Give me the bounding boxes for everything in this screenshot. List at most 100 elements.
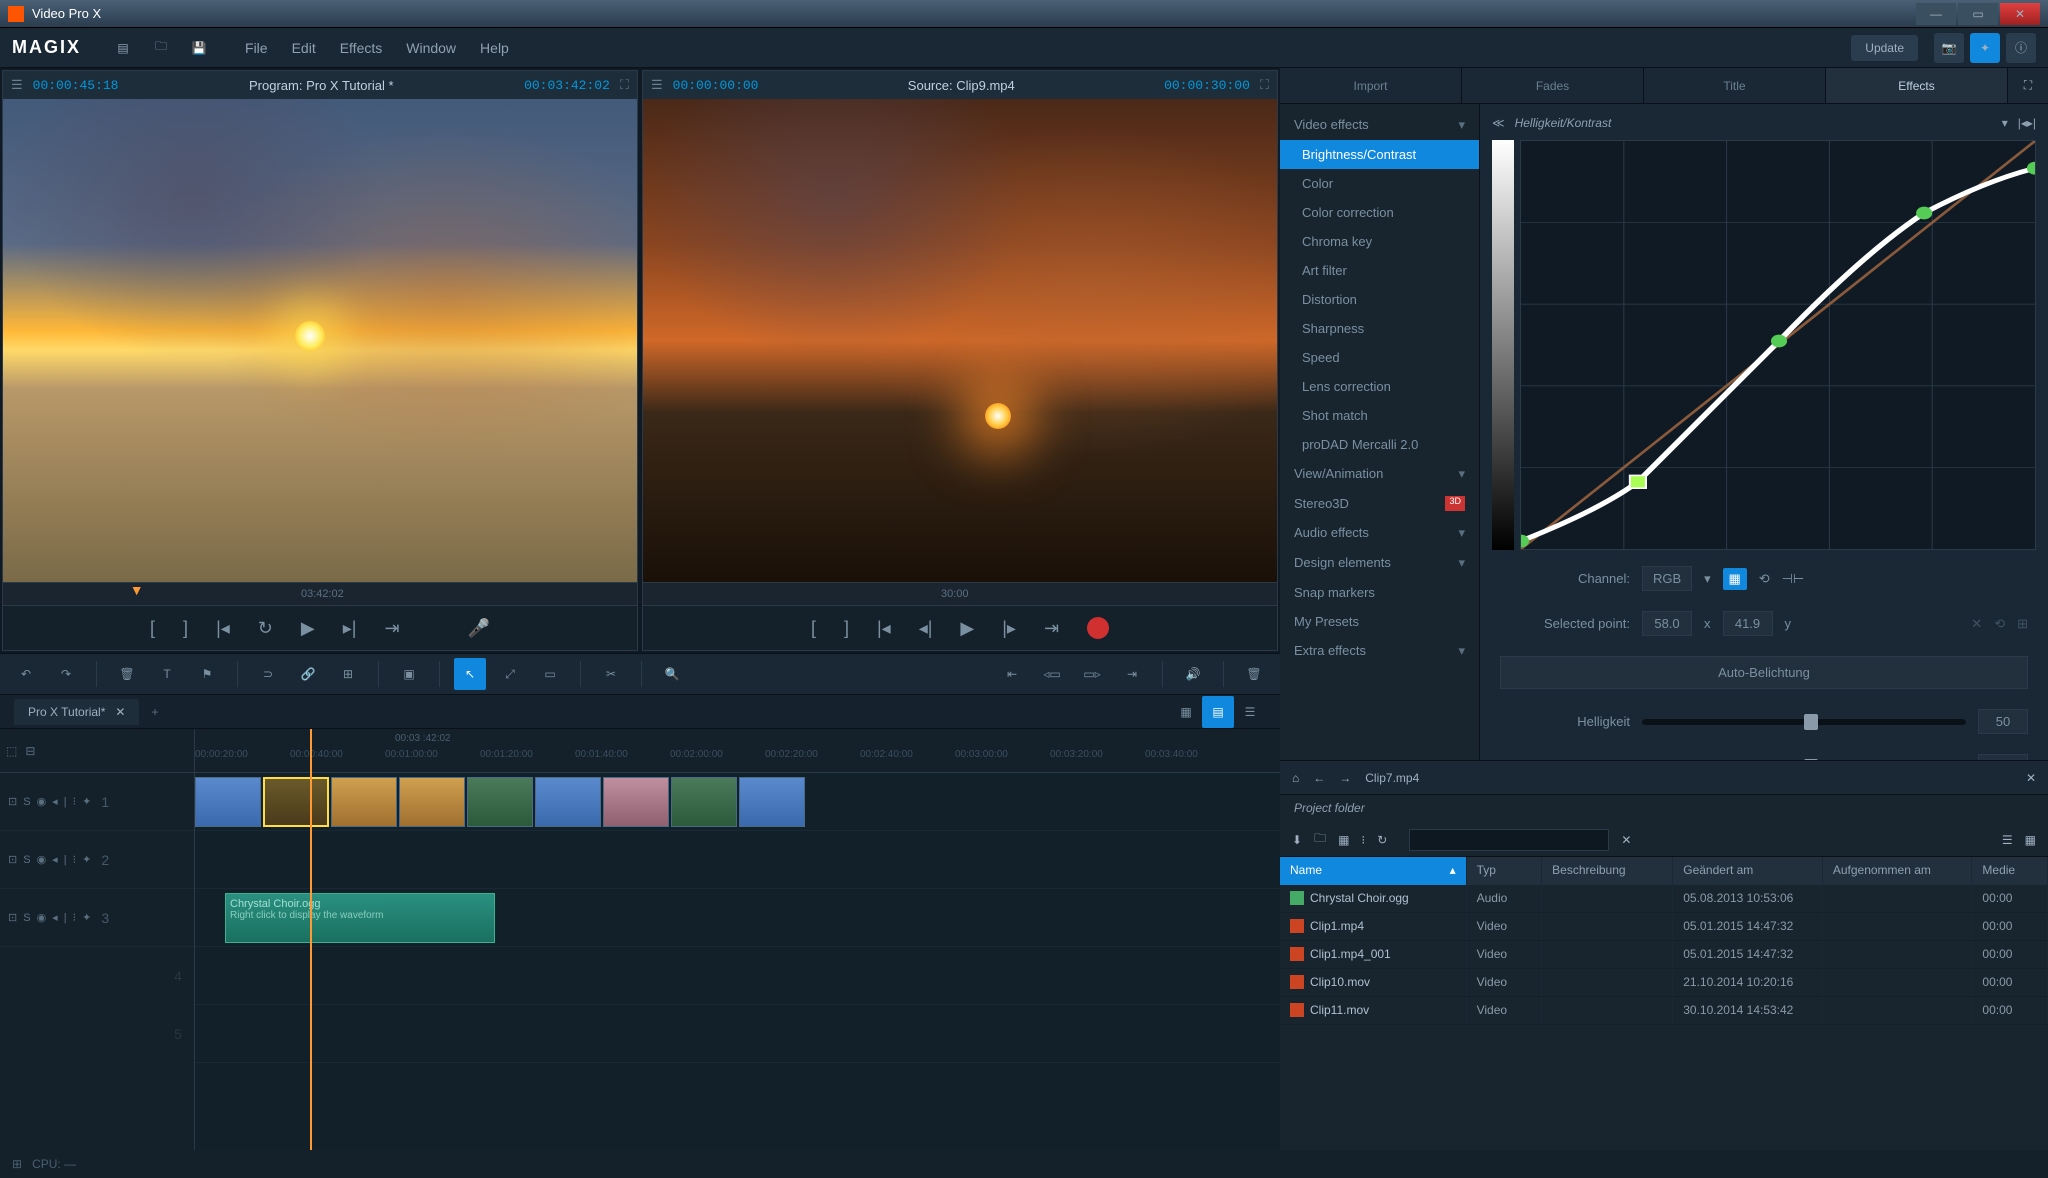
auto-exposure-button[interactable]: Auto-Belichtung	[1500, 656, 2028, 689]
menu-edit[interactable]: Edit	[292, 40, 316, 56]
src-prev-frame-icon[interactable]: ◂|	[919, 618, 933, 639]
save-icon[interactable]: 💾	[187, 36, 211, 60]
program-ruler[interactable]: ▼ 03:42:02	[3, 582, 637, 606]
nav-fwd-icon[interactable]: →	[1339, 771, 1351, 785]
effcat-view[interactable]: View/Animation▾	[1280, 459, 1479, 489]
col-typ[interactable]: Typ	[1467, 857, 1543, 885]
source-menu-icon[interactable]: ☰	[651, 77, 663, 93]
delete-icon[interactable]: 🗑	[111, 658, 143, 690]
trim-b-icon[interactable]: ▭▹	[1076, 658, 1108, 690]
mark-out-icon[interactable]: ]	[183, 618, 188, 639]
trash-icon[interactable]: 🗑	[1238, 658, 1270, 690]
table-row[interactable]: Chrystal Choir.ogg Audio 05.08.2013 10:5…	[1280, 885, 2048, 913]
folder-icon[interactable]: 🗀	[1314, 829, 1326, 850]
browser-close-icon[interactable]: ✕	[2026, 771, 2036, 785]
tab-import[interactable]: Import	[1280, 68, 1462, 103]
effect-shot-match[interactable]: Shot match	[1280, 401, 1479, 430]
source-tc-in[interactable]: 00:00:00:00	[673, 78, 759, 93]
tool2-icon[interactable]: ⤢	[494, 658, 526, 690]
reset-icon[interactable]: ⟲	[1759, 571, 1770, 587]
table-row[interactable]: Clip1.mp4 Video 05.01.2015 14:47:3200:00	[1280, 913, 2048, 941]
timeline-ruler[interactable]: 00:03 :42:02 00:00:20:0000:00:40:0000:01…	[195, 729, 1280, 773]
src-goto-in-icon[interactable]: |◂	[877, 618, 891, 639]
curve-editor[interactable]	[1520, 140, 2036, 550]
minimize-button[interactable]: —	[1916, 3, 1956, 25]
program-tc-out[interactable]: 00:03:42:02	[524, 78, 610, 93]
tab-fades[interactable]: Fades	[1462, 68, 1644, 103]
record-button[interactable]	[1087, 617, 1109, 639]
track-header-5[interactable]: 5	[0, 1005, 194, 1063]
track-header-4[interactable]: 4	[0, 947, 194, 1005]
add-tab-icon[interactable]: +	[151, 705, 158, 719]
effect-speed[interactable]: Speed	[1280, 343, 1479, 372]
effect-brightness-contrast[interactable]: Brightness/Contrast	[1280, 140, 1479, 169]
maximize-button[interactable]: ▭	[1958, 3, 1998, 25]
tab-effects[interactable]: Effects	[1826, 68, 2008, 103]
point-reset-icon[interactable]: ⟲	[1994, 616, 2005, 632]
channel-dropdown-icon[interactable]: ▾	[1704, 571, 1711, 587]
effcat-snap[interactable]: Snap markers	[1280, 578, 1479, 607]
src-play-icon[interactable]: ▶	[960, 618, 974, 639]
clear-filter-icon[interactable]: ✕	[1621, 833, 1631, 847]
video-clip[interactable]	[671, 777, 737, 827]
effect-distortion[interactable]: Distortion	[1280, 285, 1479, 314]
src-mark-in-icon[interactable]: [	[811, 618, 816, 639]
selpoint-y-value[interactable]: 41.9	[1723, 611, 1773, 636]
rgb-mode-icon[interactable]: ▦	[1723, 568, 1747, 590]
source-video[interactable]	[643, 99, 1277, 582]
new-file-icon[interactable]: ▤	[111, 36, 135, 60]
effect-prodad[interactable]: proDAD Mercalli 2.0	[1280, 430, 1479, 459]
menu-effects[interactable]: Effects	[340, 40, 383, 56]
view-mode1-icon[interactable]: ▦	[1170, 696, 1202, 728]
view-mode3-icon[interactable]: ☰	[1234, 696, 1266, 728]
filter-input[interactable]	[1409, 829, 1609, 851]
source-expand-icon[interactable]: ⛶	[1260, 77, 1269, 93]
tool3-icon[interactable]: ▭	[534, 658, 566, 690]
video-clip[interactable]	[535, 777, 601, 827]
effect-color[interactable]: Color	[1280, 169, 1479, 198]
panel-menu-icon[interactable]: ⛶	[2008, 68, 2048, 103]
table-row[interactable]: Clip1.mp4_001 Video 05.01.2015 14:47:320…	[1280, 941, 2048, 969]
play-icon[interactable]: ▶	[301, 618, 315, 639]
close-tab-icon[interactable]: ✕	[115, 705, 125, 719]
tab-title[interactable]: Title	[1644, 68, 1826, 103]
video-clip[interactable]	[739, 777, 805, 827]
col-desc[interactable]: Beschreibung	[1542, 857, 1673, 885]
mark-in-icon[interactable]: [	[150, 618, 155, 639]
redo-icon[interactable]: ↷	[50, 658, 82, 690]
undo-icon[interactable]: ↶	[10, 658, 42, 690]
magnet-icon[interactable]: ⊃	[252, 658, 284, 690]
program-menu-icon[interactable]: ☰	[11, 77, 23, 93]
trim-start-icon[interactable]: ⇤	[996, 658, 1028, 690]
audio-track-3[interactable]: Chrystal Choir.ogg Right click to displa…	[195, 889, 1280, 947]
goto-start-icon[interactable]: |◂	[216, 618, 230, 639]
loop-icon[interactable]: ↻	[258, 618, 273, 639]
fx-icon[interactable]: ✦	[1970, 33, 2000, 63]
tracks-area[interactable]: 00:03 :42:02 00:00:20:0000:00:40:0000:01…	[195, 729, 1280, 1150]
track-header-3[interactable]: ⊡S◉◂|⁝✦3	[0, 889, 194, 947]
open-folder-icon[interactable]: 🗀	[149, 36, 173, 60]
table-row[interactable]: Clip11.mov Video 30.10.2014 14:53:4200:0…	[1280, 997, 2048, 1025]
menu-window[interactable]: Window	[406, 40, 456, 56]
video-clip-selected[interactable]	[263, 777, 329, 827]
col-date[interactable]: Geändert am	[1673, 857, 1823, 885]
title-icon[interactable]: T	[151, 658, 183, 690]
menu-file[interactable]: File	[245, 40, 268, 56]
video-clip[interactable]	[399, 777, 465, 827]
marker-icon[interactable]: ⚑	[191, 658, 223, 690]
import-icon[interactable]: ⬇	[1292, 833, 1302, 847]
source-ruler[interactable]: 30:00	[643, 582, 1277, 606]
help-icon[interactable]: ⓘ	[2006, 33, 2036, 63]
effect-color-correction[interactable]: Color correction	[1280, 198, 1479, 227]
refresh-icon[interactable]: ↻	[1377, 833, 1387, 847]
group-icon[interactable]: ⊞	[332, 658, 364, 690]
src-mark-out-icon[interactable]: ]	[844, 618, 849, 639]
audio-clip[interactable]: Chrystal Choir.ogg Right click to displa…	[225, 893, 495, 943]
video-clip[interactable]	[195, 777, 261, 827]
brightness-slider[interactable]	[1642, 719, 1966, 725]
playhead[interactable]	[310, 729, 312, 1150]
view-icon[interactable]: ▦	[1338, 833, 1349, 847]
trim-end-icon[interactable]: ⇥	[1116, 658, 1148, 690]
tl-opt2-icon[interactable]: ⊟	[25, 744, 35, 758]
video-track-1[interactable]	[195, 773, 1280, 831]
